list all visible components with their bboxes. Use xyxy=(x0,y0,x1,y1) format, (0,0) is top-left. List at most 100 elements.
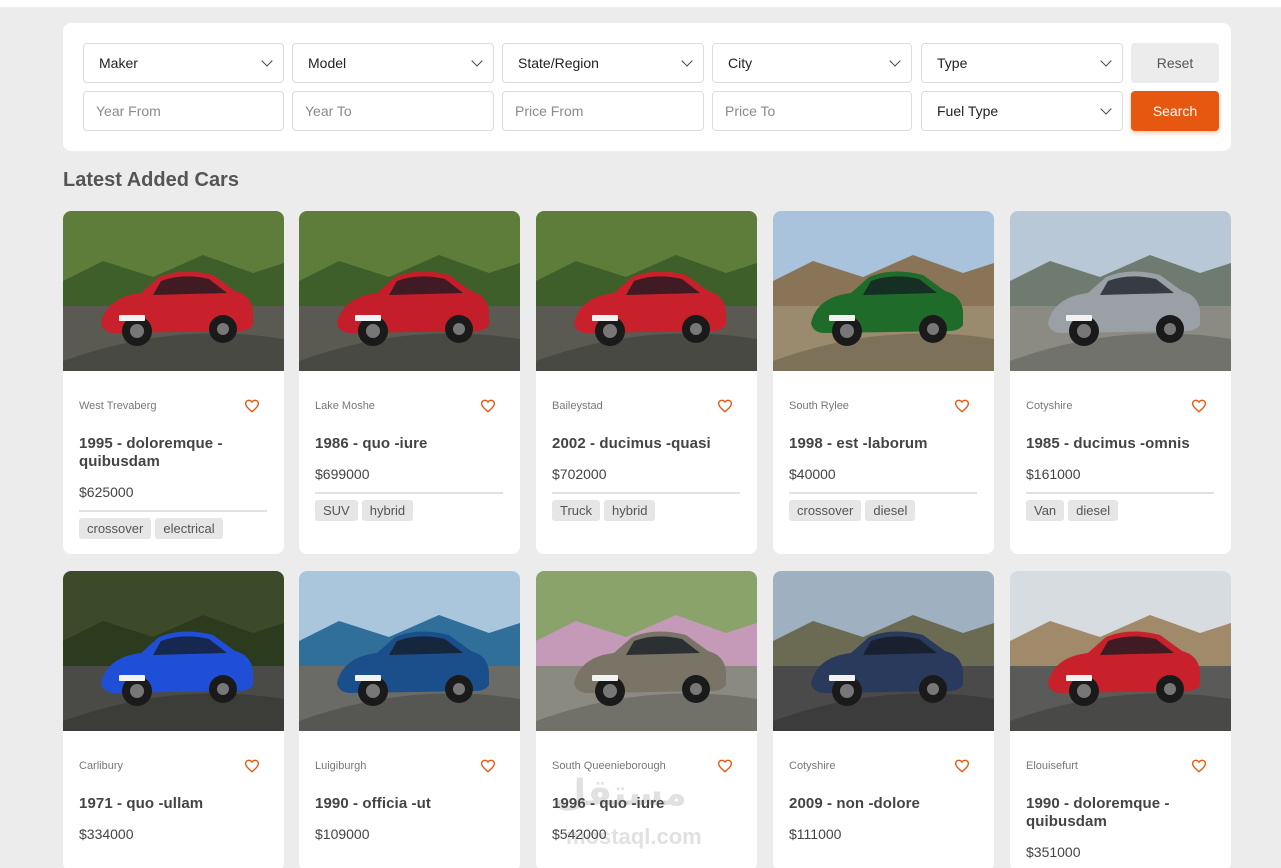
car-tag: Truck xyxy=(552,500,601,521)
heart-icon[interactable] xyxy=(717,399,733,413)
type-select[interactable]: Type xyxy=(921,43,1123,83)
divider xyxy=(789,492,977,494)
car-photo[interactable] xyxy=(63,211,284,371)
state-region-select-value: State/Region xyxy=(518,55,599,71)
heart-icon[interactable] xyxy=(717,759,733,773)
car-photo[interactable] xyxy=(63,571,284,731)
divider xyxy=(315,492,503,494)
heart-icon[interactable] xyxy=(480,399,496,413)
car-tag: diesel xyxy=(865,500,916,521)
chevron-down-icon xyxy=(1100,55,1112,67)
search-filters-panel: Maker Model State/Region City Type Reset… xyxy=(63,23,1231,151)
heart-icon[interactable] xyxy=(244,759,260,773)
car-title[interactable]: 1985 - ducimus -omnis xyxy=(1026,435,1206,453)
car-card[interactable]: Cotyshire 2009 - non -dolore $111000 xyxy=(773,571,994,868)
car-photo[interactable] xyxy=(536,571,757,731)
chevron-down-icon xyxy=(681,55,693,67)
car-title[interactable]: 1971 - quo -ullam xyxy=(79,795,259,813)
car-tag: SUV xyxy=(315,500,358,521)
year-from-input[interactable]: Year From xyxy=(83,91,284,131)
car-tags: SUV hybrid xyxy=(315,500,414,521)
car-city: Elouisefurt xyxy=(1026,760,1078,772)
year-to-input[interactable]: Year To xyxy=(292,91,494,131)
car-tags: Van diesel xyxy=(1026,500,1119,521)
car-city: Luigiburgh xyxy=(315,760,367,772)
car-city: Carlibury xyxy=(79,760,124,772)
car-city: Cotyshire xyxy=(1026,400,1073,412)
watermark-logo-latin: mostaql.com xyxy=(566,824,702,849)
car-photo[interactable] xyxy=(1010,211,1231,371)
car-tag: crossover xyxy=(789,500,862,521)
car-card[interactable]: Luigiburgh 1990 - officia -ut $109000 xyxy=(299,571,520,868)
car-photo[interactable] xyxy=(299,571,520,731)
car-title[interactable]: 2002 - ducimus -quasi xyxy=(552,435,732,453)
car-city: Cotyshire xyxy=(789,760,836,772)
car-card[interactable]: Carlibury 1971 - quo -ullam $334000 xyxy=(63,571,284,868)
car-price: $625000 xyxy=(79,484,134,500)
watermark-logo: مستقل xyxy=(555,772,687,813)
car-card[interactable]: South Rylee 1998 - est -laborum $40000 c… xyxy=(773,211,994,554)
price-from-input[interactable]: Price From xyxy=(502,91,704,131)
state-region-select[interactable]: State/Region xyxy=(502,43,704,83)
car-title[interactable]: 1990 - doloremque -quibusdam xyxy=(1026,795,1206,831)
heart-icon[interactable] xyxy=(954,399,970,413)
heart-icon[interactable] xyxy=(954,759,970,773)
car-title[interactable]: 1986 - quo -iure xyxy=(315,435,495,453)
car-tag: electrical xyxy=(155,518,223,539)
car-photo[interactable] xyxy=(773,211,994,371)
car-price: $109000 xyxy=(315,826,370,842)
section-title: Latest Added Cars xyxy=(63,169,239,191)
reset-button[interactable]: Reset xyxy=(1131,43,1219,83)
car-photo[interactable] xyxy=(1010,571,1231,731)
car-tag: Van xyxy=(1026,500,1065,521)
divider xyxy=(1026,492,1214,494)
car-price: $334000 xyxy=(79,826,134,842)
car-city: South Queenieborough xyxy=(552,760,666,772)
search-button[interactable]: Search xyxy=(1131,91,1219,131)
car-title[interactable]: 2009 - non -dolore xyxy=(789,795,969,813)
maker-select-value: Maker xyxy=(99,55,138,71)
car-photo[interactable] xyxy=(536,211,757,371)
heart-icon[interactable] xyxy=(1191,759,1207,773)
fuel-type-select[interactable]: Fuel Type xyxy=(921,91,1123,131)
car-title[interactable]: 1995 - doloremque -quibusdam xyxy=(79,435,259,471)
model-select-value: Model xyxy=(308,55,347,71)
car-tag: hybrid xyxy=(604,500,656,521)
heart-icon[interactable] xyxy=(1191,399,1207,413)
car-city: South Rylee xyxy=(789,400,849,412)
chevron-down-icon xyxy=(261,55,273,67)
city-select[interactable]: City xyxy=(712,43,912,83)
divider xyxy=(79,510,267,512)
car-card[interactable]: Cotyshire 1985 - ducimus -omnis $161000 … xyxy=(1010,211,1231,554)
car-tag: diesel xyxy=(1068,500,1119,521)
car-city: Lake Moshe xyxy=(315,400,375,412)
heart-icon[interactable] xyxy=(480,759,496,773)
chevron-down-icon xyxy=(889,55,901,67)
type-select-value: Type xyxy=(937,55,968,71)
car-card[interactable]: Lake Moshe 1986 - quo -iure $699000 SUV h… xyxy=(299,211,520,554)
car-photo[interactable] xyxy=(773,571,994,731)
car-tags: crossover electrical xyxy=(79,518,223,539)
chevron-down-icon xyxy=(1100,103,1112,115)
car-card[interactable]: Elouisefurt 1990 - doloremque -quibusdam… xyxy=(1010,571,1231,868)
car-price: $699000 xyxy=(315,466,370,482)
model-select[interactable]: Model xyxy=(292,43,494,83)
city-select-value: City xyxy=(728,55,753,71)
fuel-type-select-value: Fuel Type xyxy=(937,103,999,119)
price-to-input[interactable]: Price To xyxy=(712,91,912,131)
car-city: Baileystad xyxy=(552,400,603,412)
car-price: $161000 xyxy=(1026,466,1081,482)
top-strip xyxy=(0,0,1281,7)
car-card[interactable]: West Trevaberg 1995 - doloremque -quibus… xyxy=(63,211,284,554)
car-tag: hybrid xyxy=(361,500,414,521)
maker-select[interactable]: Maker xyxy=(83,43,284,83)
car-city: West Trevaberg xyxy=(79,400,157,412)
heart-icon[interactable] xyxy=(244,399,260,413)
car-tag: crossover xyxy=(79,518,152,539)
car-title[interactable]: 1998 - est -laborum xyxy=(789,435,969,453)
car-price: $40000 xyxy=(789,466,836,482)
car-price: $351000 xyxy=(1026,844,1081,860)
car-card[interactable]: Baileystad 2002 - ducimus -quasi $702000… xyxy=(536,211,757,554)
car-title[interactable]: 1990 - officia -ut xyxy=(315,795,495,813)
car-photo[interactable] xyxy=(299,211,520,371)
